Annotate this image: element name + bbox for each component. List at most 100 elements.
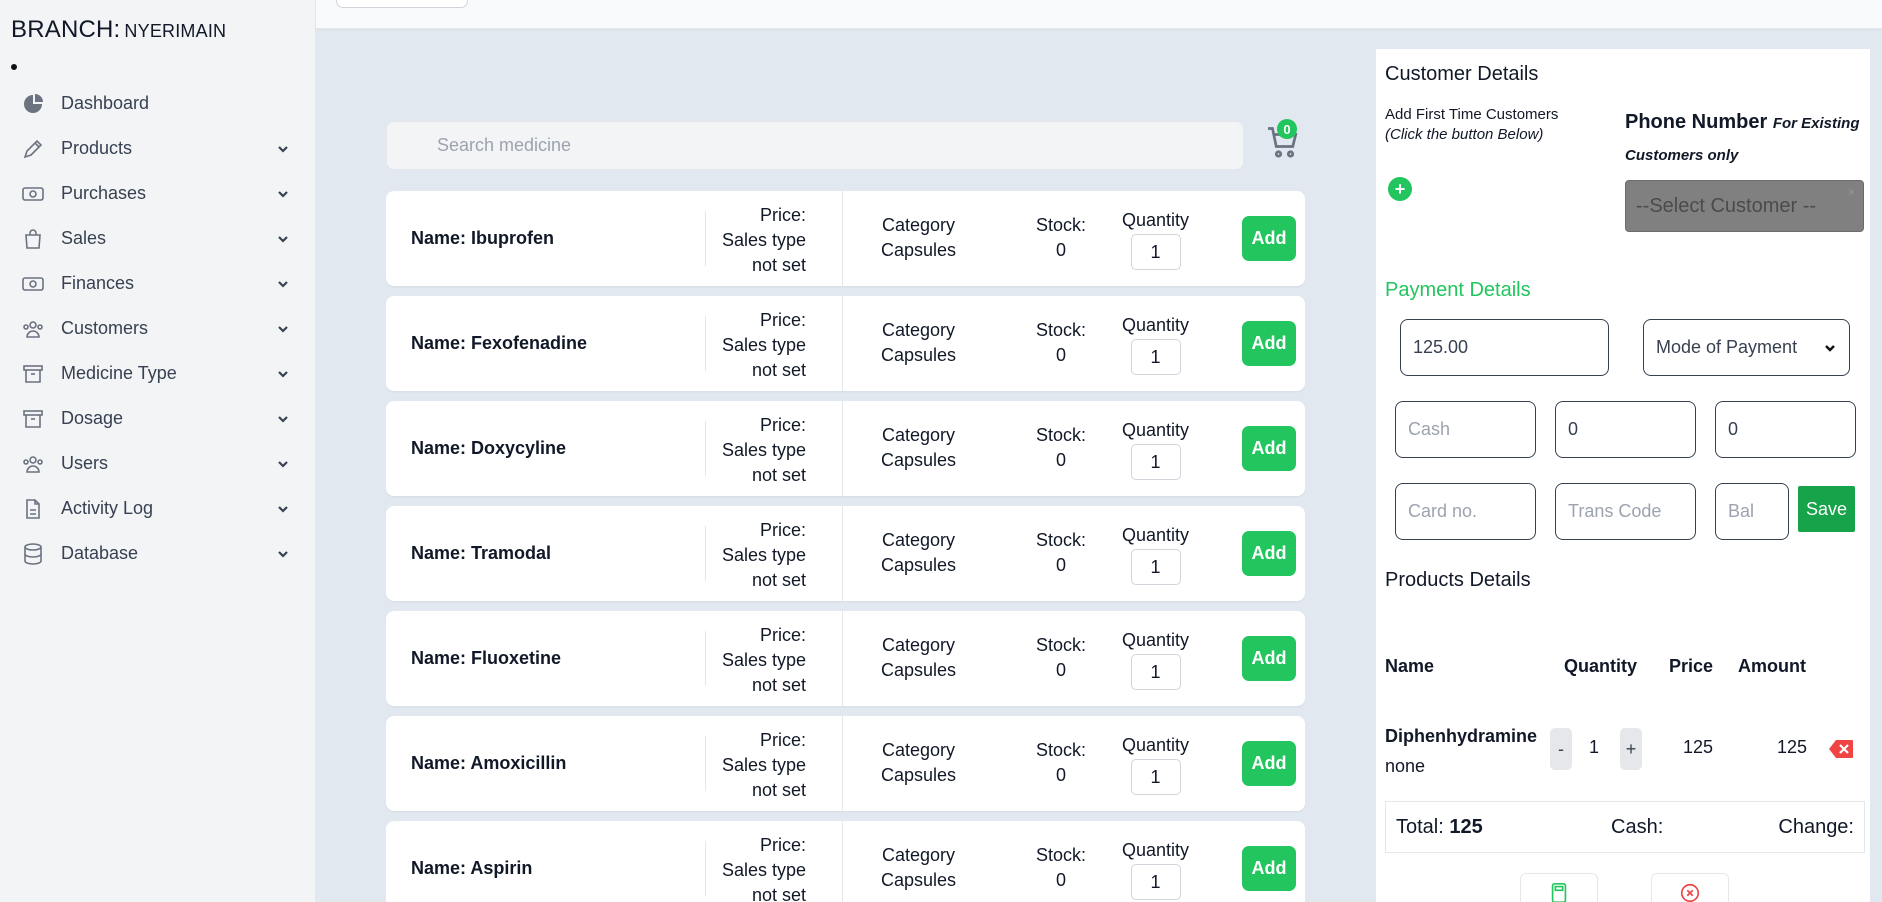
close-circle-icon bbox=[1680, 883, 1700, 902]
product-quantity: Quantity bbox=[1113, 419, 1198, 480]
search-input[interactable]: Search medicine bbox=[386, 121, 1244, 170]
chevron-down-icon[interactable] bbox=[276, 232, 290, 246]
price-line: Sales type bbox=[721, 650, 806, 670]
price-line: Sales type bbox=[721, 440, 806, 460]
amount-field[interactable]: 125.00 bbox=[1400, 319, 1609, 376]
sidebar-item-database[interactable]: Database bbox=[0, 531, 316, 576]
sidebar-item-medicine-type[interactable]: Medicine Type bbox=[0, 351, 316, 396]
topbar-button[interactable] bbox=[336, 0, 468, 8]
product-category: Category Capsules bbox=[856, 528, 981, 578]
chevron-down-icon[interactable] bbox=[276, 142, 290, 156]
product-price: Price: Sales type not set bbox=[706, 833, 806, 902]
card-number-field[interactable]: Card no. bbox=[1395, 483, 1536, 540]
product-price: Price: Sales type not set bbox=[706, 203, 806, 278]
quantity-input[interactable] bbox=[1130, 654, 1181, 690]
product-category: Category Capsules bbox=[856, 633, 981, 683]
trans-code-field[interactable]: Trans Code bbox=[1555, 483, 1696, 540]
quantity-input[interactable] bbox=[1130, 759, 1181, 795]
document-icon bbox=[20, 496, 46, 522]
total-value: 125 bbox=[1449, 815, 1483, 838]
customer-details-title: Customer Details bbox=[1385, 63, 1539, 85]
sidebar-item-products[interactable]: Products bbox=[0, 126, 316, 171]
save-button[interactable]: Save bbox=[1798, 486, 1855, 532]
stock-value: 0 bbox=[1055, 450, 1066, 470]
quantity-label: Quantity bbox=[1121, 525, 1190, 545]
pie-chart-icon bbox=[20, 91, 46, 117]
decrement-button[interactable]: - bbox=[1550, 728, 1572, 770]
product-name: Name: Doxycyline bbox=[411, 438, 567, 458]
divider bbox=[842, 296, 843, 391]
category-label: Category bbox=[881, 425, 956, 445]
amount-input-3[interactable]: 0 bbox=[1715, 401, 1856, 458]
total-label: Total: bbox=[1396, 815, 1444, 838]
chevron-down-icon[interactable] bbox=[276, 277, 290, 291]
product-name: Name: Fexofenadine bbox=[411, 333, 588, 353]
chevron-down-icon[interactable] bbox=[276, 547, 290, 561]
sidebar-item-finances[interactable]: Finances bbox=[0, 261, 316, 306]
add-to-cart-button[interactable]: Add bbox=[1242, 741, 1296, 786]
cash-field[interactable]: Cash bbox=[1395, 401, 1536, 458]
product-card: Name: Fluoxetine Price: Sales type not set… bbox=[386, 611, 1305, 706]
quantity-input[interactable] bbox=[1130, 234, 1181, 270]
add-to-cart-button[interactable]: Add bbox=[1242, 531, 1296, 576]
sidebar-item-purchases[interactable]: Purchases bbox=[0, 171, 316, 216]
cash-label: Cash: bbox=[1611, 815, 1664, 838]
chevron-down-icon[interactable] bbox=[276, 367, 290, 381]
quantity-input[interactable] bbox=[1130, 549, 1181, 585]
divider bbox=[842, 716, 843, 811]
quantity-label: Quantity bbox=[1121, 630, 1190, 650]
product-quantity: Quantity bbox=[1113, 314, 1198, 375]
quantity-input[interactable] bbox=[1130, 339, 1181, 375]
mode-of-payment-select[interactable]: Mode of Payment bbox=[1643, 319, 1850, 376]
price-line: not set bbox=[751, 780, 806, 800]
stock-label: Stock: bbox=[1035, 845, 1087, 865]
add-to-cart-button[interactable]: Add bbox=[1242, 216, 1296, 261]
add-to-cart-button[interactable]: Add bbox=[1242, 321, 1296, 366]
cart-button[interactable]: 0 bbox=[1265, 119, 1305, 161]
add-to-cart-button[interactable]: Add bbox=[1242, 636, 1296, 681]
quantity-label: Quantity bbox=[1121, 315, 1190, 335]
sidebar-item-dashboard[interactable]: Dashboard bbox=[0, 81, 316, 126]
archive-icon bbox=[20, 406, 46, 432]
category-value: Capsules bbox=[880, 660, 957, 680]
chevron-down-icon[interactable] bbox=[276, 187, 290, 201]
calculator-button[interactable] bbox=[1520, 873, 1598, 902]
cancel-button[interactable] bbox=[1651, 873, 1729, 902]
quantity-input[interactable] bbox=[1130, 444, 1181, 480]
price-line: Sales type bbox=[721, 230, 806, 250]
increment-button[interactable]: + bbox=[1620, 728, 1642, 770]
category-label: Category bbox=[881, 530, 956, 550]
product-category: Category Capsules bbox=[856, 738, 981, 788]
chevron-down-icon[interactable] bbox=[276, 502, 290, 516]
price-line: Sales type bbox=[721, 545, 806, 565]
sidebar-item-sales[interactable]: Sales bbox=[0, 216, 316, 261]
column-header-price: Price bbox=[1669, 656, 1714, 676]
add-to-cart-button[interactable]: Add bbox=[1242, 426, 1296, 471]
sidebar-item-label: Purchases bbox=[61, 183, 147, 203]
phone-label-text: Phone Number bbox=[1625, 111, 1768, 133]
chevron-down-icon[interactable] bbox=[276, 412, 290, 426]
select-customer-dropdown[interactable]: --Select Customer -- × bbox=[1625, 180, 1864, 232]
payment-details-title: Payment Details bbox=[1385, 279, 1531, 301]
product-card: Name: Fexofenadine Price: Sales type not s… bbox=[386, 296, 1305, 391]
clear-icon[interactable]: × bbox=[1848, 185, 1855, 199]
add-customer-button[interactable]: + bbox=[1388, 177, 1412, 201]
quantity-input[interactable] bbox=[1130, 864, 1181, 900]
chevron-down-icon[interactable] bbox=[276, 457, 290, 471]
quantity-label: Quantity bbox=[1121, 420, 1190, 440]
add-to-cart-button[interactable]: Add bbox=[1242, 846, 1296, 891]
sidebar-item-dosage[interactable]: Dosage bbox=[0, 396, 316, 441]
delete-item-button[interactable] bbox=[1828, 739, 1854, 759]
sidebar-item-users[interactable]: Users bbox=[0, 441, 316, 486]
product-quantity: Quantity bbox=[1113, 629, 1198, 690]
sidebar-item-customers[interactable]: Customers bbox=[0, 306, 316, 351]
sidebar-item-activity-log[interactable]: Activity Log bbox=[0, 486, 316, 531]
backspace-delete-icon bbox=[1829, 740, 1853, 758]
balance-field[interactable]: Bal bbox=[1715, 483, 1789, 540]
quantity-label: Quantity bbox=[1121, 735, 1190, 755]
line-item-price: 125 bbox=[1683, 737, 1714, 757]
amount-input-2[interactable]: 0 bbox=[1555, 401, 1696, 458]
shopping-bag-icon bbox=[20, 226, 46, 252]
line-item-amount: 125 bbox=[1777, 737, 1808, 757]
chevron-down-icon[interactable] bbox=[276, 322, 290, 336]
